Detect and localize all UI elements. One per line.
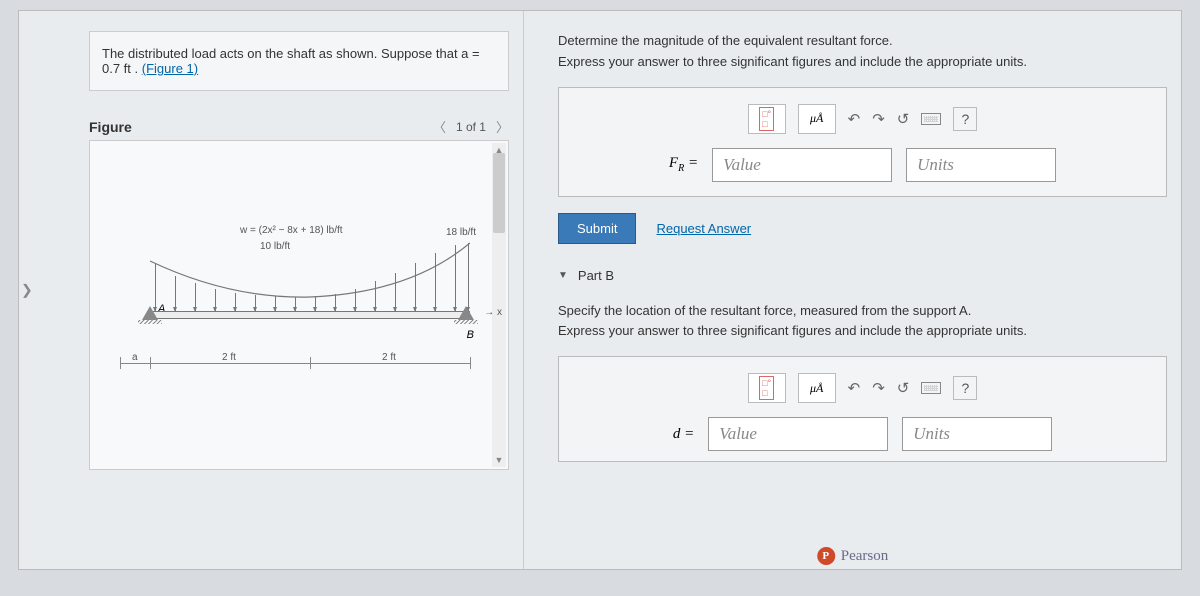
- partB-units-input[interactable]: Units: [902, 417, 1052, 451]
- beam: [150, 311, 470, 319]
- reset-icon-b[interactable]: ↺: [897, 379, 910, 397]
- figure-pager: 〈 1 of 1 〉: [433, 117, 509, 136]
- partA-answer-box: □°□ μÅ ↶ ↷ ↺ ? FR = Value Units: [558, 87, 1167, 197]
- help-button-b[interactable]: ?: [953, 376, 977, 400]
- partB-instructions: Specify the location of the resultant fo…: [558, 301, 1167, 343]
- submit-button[interactable]: Submit: [558, 213, 636, 244]
- dim-2ft-1: 2 ft: [220, 352, 238, 363]
- support-B: [458, 306, 478, 324]
- pearson-logo-icon: P: [817, 547, 835, 565]
- dimension-line: a 2 ft 2 ft: [150, 355, 470, 373]
- scroll-thumb[interactable]: [493, 153, 505, 233]
- partB-value-input[interactable]: Value: [708, 417, 888, 451]
- expand-left-chevron[interactable]: ❯: [21, 282, 33, 299]
- load-equation: w = (2x² − 8x + 18) lb/ft: [240, 225, 343, 236]
- partA-value-input[interactable]: Value: [712, 148, 892, 182]
- template-button-b[interactable]: □°□: [748, 373, 786, 403]
- figure-next[interactable]: 〉: [496, 117, 509, 136]
- figure-page-count: 1 of 1: [456, 120, 486, 134]
- figure-scrollbar[interactable]: ▲ ▼: [492, 143, 506, 467]
- partA-line1: Determine the magnitude of the equivalen…: [558, 31, 1167, 52]
- keyboard-icon[interactable]: [921, 113, 941, 125]
- load-arrows: [150, 241, 470, 313]
- template-button[interactable]: □°□: [748, 104, 786, 134]
- partA-instructions: Determine the magnitude of the equivalen…: [558, 31, 1167, 73]
- partA-line2: Express your answer to three significant…: [558, 52, 1167, 73]
- symbols-button[interactable]: μÅ: [798, 104, 836, 134]
- left-panel: The distributed load acts on the shaft a…: [19, 11, 524, 569]
- dim-2ft-2: 2 ft: [380, 352, 398, 363]
- support-B-label: B: [467, 329, 474, 341]
- help-button[interactable]: ?: [953, 107, 977, 131]
- dim-a-label: a: [130, 352, 140, 363]
- x-axis-label: → x: [484, 307, 502, 318]
- right-panel: Determine the magnitude of the equivalen…: [524, 11, 1181, 569]
- load-18-label: 18 lb/ft: [446, 227, 476, 238]
- figure-prev[interactable]: 〈: [433, 117, 446, 136]
- support-A: [142, 306, 162, 324]
- problem-statement: The distributed load acts on the shaft a…: [89, 31, 509, 91]
- request-answer-link[interactable]: Request Answer: [656, 221, 751, 236]
- partB-variable: d =: [673, 426, 694, 443]
- figure-link[interactable]: (Figure 1): [142, 61, 198, 76]
- figure-viewport: ▲ ▼ A w = (2x² − 8x + 18) lb/ft 10 lb/ft…: [89, 140, 509, 470]
- redo-icon-b[interactable]: ↷: [872, 379, 885, 397]
- symbols-button-b[interactable]: μÅ: [798, 373, 836, 403]
- partB-collapse-icon[interactable]: ▼: [558, 270, 568, 281]
- partB-line1: Specify the location of the resultant fo…: [558, 301, 1167, 322]
- undo-icon[interactable]: ↶: [848, 110, 861, 128]
- undo-icon-b[interactable]: ↶: [848, 379, 861, 397]
- partB-header: Part B: [578, 268, 614, 283]
- partB-answer-box: □°□ μÅ ↶ ↷ ↺ ? d = Value Units: [558, 356, 1167, 462]
- pearson-brand: P Pearson: [817, 547, 889, 565]
- beam-diagram: A w = (2x² − 8x + 18) lb/ft 10 lb/ft 18 …: [130, 241, 490, 331]
- figure-title: Figure: [89, 119, 132, 135]
- redo-icon[interactable]: ↷: [872, 110, 885, 128]
- reset-icon[interactable]: ↺: [897, 110, 910, 128]
- pearson-label: Pearson: [841, 548, 889, 565]
- partA-variable: FR =: [669, 155, 698, 174]
- partB-line2: Express your answer to three significant…: [558, 321, 1167, 342]
- scroll-down-icon[interactable]: ▼: [492, 455, 506, 465]
- partA-units-input[interactable]: Units: [906, 148, 1056, 182]
- keyboard-icon-b[interactable]: [921, 382, 941, 394]
